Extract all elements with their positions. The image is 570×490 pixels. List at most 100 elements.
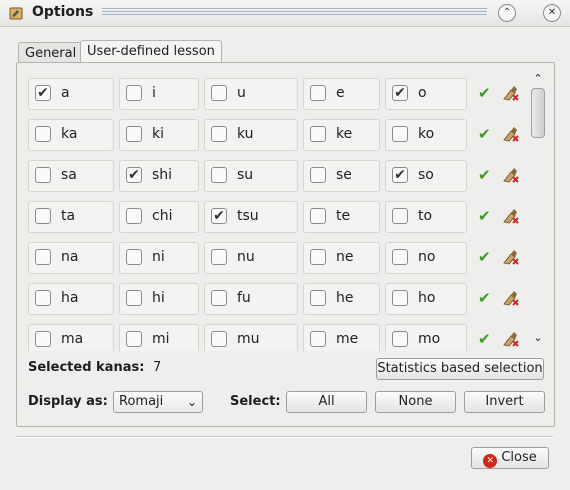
kana-checkbox[interactable]: ✔ bbox=[35, 85, 51, 101]
kana-cell[interactable]: ho bbox=[385, 283, 467, 315]
kana-checkbox[interactable] bbox=[211, 85, 227, 101]
close-button[interactable]: ✕ Close bbox=[471, 447, 549, 469]
kana-label: shi bbox=[152, 167, 173, 183]
check-icon[interactable]: ✔ bbox=[478, 331, 494, 347]
kana-cell[interactable]: ✔ o bbox=[385, 78, 467, 110]
kana-cell[interactable]: ke bbox=[303, 119, 380, 151]
kana-cell[interactable]: se bbox=[303, 160, 380, 192]
kana-cell[interactable]: ✔ a bbox=[28, 78, 114, 110]
kana-cell[interactable]: ma bbox=[28, 324, 114, 351]
kana-cell[interactable]: ta bbox=[28, 201, 114, 233]
kana-checkbox[interactable]: ✔ bbox=[392, 85, 408, 101]
kana-checkbox[interactable] bbox=[211, 167, 227, 183]
kana-cell[interactable]: i bbox=[119, 78, 199, 110]
kana-cell[interactable]: su bbox=[204, 160, 298, 192]
scroll-down-button[interactable]: ⌄ bbox=[531, 331, 545, 345]
check-icon[interactable]: ✔ bbox=[478, 126, 494, 142]
kana-checkbox[interactable] bbox=[211, 249, 227, 265]
kana-checkbox[interactable] bbox=[310, 249, 326, 265]
select-all-button[interactable]: All bbox=[286, 391, 367, 413]
kana-cell[interactable]: ✔ shi bbox=[119, 160, 199, 192]
kana-checkbox[interactable] bbox=[310, 85, 326, 101]
kana-checkbox[interactable] bbox=[35, 208, 51, 224]
kana-cell[interactable]: u bbox=[204, 78, 298, 110]
kana-checkbox[interactable] bbox=[392, 331, 408, 347]
kana-label: ni bbox=[152, 249, 165, 265]
kana-cell[interactable]: fu bbox=[204, 283, 298, 315]
check-icon[interactable]: ✔ bbox=[478, 290, 494, 306]
kana-checkbox[interactable] bbox=[310, 208, 326, 224]
kana-cell[interactable]: ha bbox=[28, 283, 114, 315]
kana-cell[interactable]: me bbox=[303, 324, 380, 351]
kana-checkbox[interactable] bbox=[126, 126, 142, 142]
kana-checkbox[interactable] bbox=[310, 331, 326, 347]
window-close-button[interactable]: ✕ bbox=[543, 4, 561, 22]
kana-checkbox[interactable] bbox=[392, 208, 408, 224]
kana-cell[interactable]: mu bbox=[204, 324, 298, 351]
eraser-icon[interactable] bbox=[502, 166, 520, 184]
kana-checkbox[interactable] bbox=[310, 126, 326, 142]
kana-cell[interactable]: he bbox=[303, 283, 380, 315]
kana-checkbox[interactable] bbox=[392, 126, 408, 142]
kana-checkbox[interactable] bbox=[35, 249, 51, 265]
kana-cell[interactable]: mo bbox=[385, 324, 467, 351]
check-icon[interactable]: ✔ bbox=[478, 249, 494, 265]
kana-cell[interactable]: ne bbox=[303, 242, 380, 274]
kana-checkbox[interactable] bbox=[126, 249, 142, 265]
statistics-selection-button[interactable]: Statistics based selection bbox=[376, 358, 544, 380]
kana-cell[interactable]: chi bbox=[119, 201, 199, 233]
check-icon[interactable]: ✔ bbox=[478, 167, 494, 183]
check-icon[interactable]: ✔ bbox=[478, 85, 494, 101]
kana-checkbox[interactable] bbox=[126, 85, 142, 101]
kana-checkbox[interactable] bbox=[211, 126, 227, 142]
check-icon[interactable]: ✔ bbox=[478, 208, 494, 224]
tab-general[interactable]: General bbox=[18, 42, 84, 64]
invert-selection-button[interactable]: Invert bbox=[464, 391, 545, 413]
select-none-button[interactable]: None bbox=[375, 391, 456, 413]
kana-cell[interactable]: ✔ so bbox=[385, 160, 467, 192]
kana-checkbox[interactable] bbox=[126, 331, 142, 347]
tab-user-defined-lesson[interactable]: User-defined lesson bbox=[80, 40, 222, 64]
shade-button[interactable]: ⌃ bbox=[498, 4, 516, 22]
kana-cell[interactable]: hi bbox=[119, 283, 199, 315]
kana-cell[interactable]: sa bbox=[28, 160, 114, 192]
kana-checkbox[interactable] bbox=[392, 290, 408, 306]
kana-checkbox[interactable] bbox=[310, 290, 326, 306]
eraser-icon[interactable] bbox=[502, 207, 520, 225]
kana-cell[interactable]: mi bbox=[119, 324, 199, 351]
kana-cell[interactable]: te bbox=[303, 201, 380, 233]
kana-checkbox[interactable] bbox=[35, 126, 51, 142]
eraser-icon[interactable] bbox=[502, 125, 520, 143]
display-as-select[interactable]: Romaji ⌄ bbox=[113, 391, 203, 413]
kana-checkbox[interactable] bbox=[35, 331, 51, 347]
kana-checkbox[interactable] bbox=[211, 290, 227, 306]
kana-cell[interactable]: ku bbox=[204, 119, 298, 151]
kana-checkbox[interactable] bbox=[126, 208, 142, 224]
kana-checkbox[interactable] bbox=[392, 249, 408, 265]
kana-checkbox[interactable] bbox=[310, 167, 326, 183]
kana-cell[interactable]: no bbox=[385, 242, 467, 274]
kana-checkbox[interactable]: ✔ bbox=[392, 167, 408, 183]
kana-cell[interactable]: ko bbox=[385, 119, 467, 151]
kana-checkbox[interactable] bbox=[211, 331, 227, 347]
kana-cell[interactable]: ✔ tsu bbox=[204, 201, 298, 233]
eraser-icon[interactable] bbox=[502, 330, 520, 348]
kana-checkbox[interactable]: ✔ bbox=[211, 208, 227, 224]
kana-checkbox[interactable] bbox=[35, 167, 51, 183]
kana-cell[interactable]: ka bbox=[28, 119, 114, 151]
kana-checkbox[interactable] bbox=[126, 290, 142, 306]
kana-checkbox[interactable]: ✔ bbox=[126, 167, 142, 183]
select-label: Select: bbox=[230, 394, 281, 409]
eraser-icon[interactable] bbox=[502, 289, 520, 307]
kana-cell[interactable]: e bbox=[303, 78, 380, 110]
kana-checkbox[interactable] bbox=[35, 290, 51, 306]
kana-cell[interactable]: nu bbox=[204, 242, 298, 274]
scrollbar-thumb[interactable] bbox=[531, 88, 545, 138]
kana-cell[interactable]: ni bbox=[119, 242, 199, 274]
eraser-icon[interactable] bbox=[502, 248, 520, 266]
kana-cell[interactable]: ki bbox=[119, 119, 199, 151]
kana-cell[interactable]: na bbox=[28, 242, 114, 274]
eraser-icon[interactable] bbox=[502, 84, 520, 102]
scroll-up-button[interactable]: ⌃ bbox=[531, 72, 545, 86]
kana-cell[interactable]: to bbox=[385, 201, 467, 233]
